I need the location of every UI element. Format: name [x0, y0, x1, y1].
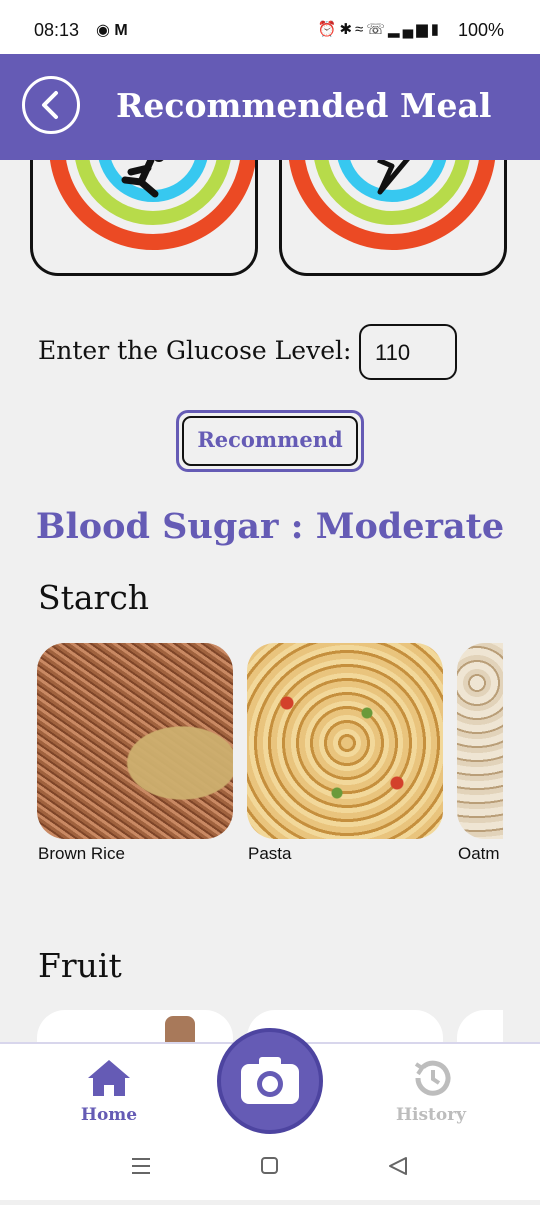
- food-name-brown-rice: Brown Rice: [38, 844, 125, 863]
- system-nav-icons: [132, 1157, 407, 1175]
- home-icon: [88, 1060, 130, 1096]
- status-time: 08:13: [34, 20, 80, 40]
- status-right-icons: ⏰✱≈☏▂▄▆▮: [318, 20, 442, 38]
- recommend-button-label: Recommend: [197, 427, 343, 452]
- glucose-label: Enter the Glucose Level:: [38, 336, 352, 365]
- bluetooth-icon: ✱: [339, 21, 356, 38]
- food-card-pasta[interactable]: [247, 643, 443, 839]
- lightning-icon: [377, 154, 412, 195]
- recommend-button[interactable]: Recommend: [176, 410, 364, 472]
- glucose-input[interactable]: 110: [359, 324, 457, 380]
- food-card-oatmeal[interactable]: [457, 643, 503, 839]
- section-title-fruit: Fruit: [38, 946, 122, 985]
- wifi-calling-icon: ☏: [366, 21, 389, 38]
- nav-home[interactable]: Home: [59, 1058, 159, 1125]
- recents-icon[interactable]: [132, 1158, 150, 1174]
- gmail-icon: M: [114, 22, 128, 39]
- wifi-icon: ≈: [355, 21, 367, 38]
- app-bar: Recommended Meal: [0, 54, 540, 160]
- system-nav-bar: [0, 1142, 540, 1200]
- back-triangle-icon[interactable]: [389, 1157, 407, 1175]
- food-name-pasta: Pasta: [248, 844, 292, 863]
- timer-icon: ◉: [96, 22, 110, 39]
- nav-history[interactable]: History: [381, 1058, 481, 1125]
- battery-percent: 100%: [457, 20, 504, 40]
- alarm-icon: ⏰: [317, 21, 340, 38]
- blood-sugar-result: Blood Sugar : Moderate: [35, 506, 505, 547]
- food-card-brown-rice[interactable]: [37, 643, 233, 839]
- camera-button[interactable]: [217, 1028, 323, 1134]
- camera-icon: [241, 1057, 299, 1104]
- nav-home-label: Home: [80, 1105, 138, 1125]
- home-square-icon[interactable]: [261, 1157, 278, 1174]
- status-left-icons: ◉ M: [96, 20, 128, 40]
- back-button[interactable]: [22, 76, 80, 134]
- signal-icon: ▂▄▆: [388, 21, 431, 38]
- food-name-oatmeal: Oatm: [458, 844, 500, 863]
- nav-history-label: History: [395, 1105, 467, 1125]
- back-circle-icon: [42, 91, 58, 119]
- battery-icon: ▮: [430, 21, 442, 38]
- history-icon: [414, 1060, 451, 1096]
- page-title: Recommended Meal: [116, 86, 492, 125]
- section-title-starch: Starch: [38, 578, 150, 617]
- status-bar: 08:13 ◉ M ⏰✱≈☏▂▄▆▮ 100%: [0, 0, 540, 54]
